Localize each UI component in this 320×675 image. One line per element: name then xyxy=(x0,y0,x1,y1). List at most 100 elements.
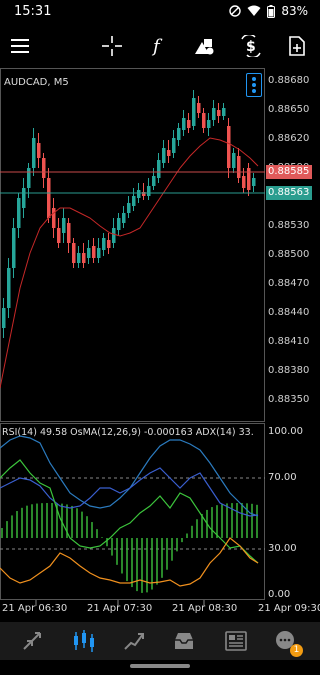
adx-line xyxy=(0,435,259,517)
candle-body xyxy=(52,208,56,228)
nav-chart[interactable] xyxy=(64,624,104,658)
moving-average-line xyxy=(0,137,259,389)
nav-trade[interactable] xyxy=(114,624,154,658)
candle-body xyxy=(207,120,211,128)
price-tick-label: 0.88380 xyxy=(268,365,310,376)
crosshair-icon xyxy=(102,36,122,56)
adx-di-line xyxy=(0,467,259,517)
candle-body xyxy=(197,103,201,113)
candle-body xyxy=(217,110,221,116)
bid-price-tag: 0.88585 xyxy=(266,165,312,179)
candles-group xyxy=(2,90,256,338)
main-chart-frame xyxy=(0,68,265,422)
nav-chat[interactable]: 1 xyxy=(266,624,306,658)
svg-text:$: $ xyxy=(246,39,256,55)
inbox-icon xyxy=(175,633,193,649)
battery-percent: 83% xyxy=(281,4,308,18)
time-label-2: 21 Apr 07:30 xyxy=(87,603,153,614)
candle-body xyxy=(187,120,191,128)
symbol-dollar-icon: $ xyxy=(241,35,261,57)
status-bar: 15:31 83% xyxy=(0,0,320,24)
home-indicator-bar xyxy=(0,660,320,675)
candle-body xyxy=(122,213,126,223)
price-tick-label: 0.88410 xyxy=(268,336,310,347)
trade-icon xyxy=(23,632,41,650)
indicator-level-0: 0.00 xyxy=(268,589,291,600)
wifi-icon xyxy=(247,5,261,16)
candle-body xyxy=(147,186,151,196)
do-not-disturb-icon xyxy=(229,5,242,17)
candle-body xyxy=(177,128,181,140)
history-icon xyxy=(124,633,144,650)
status-icons: 83% xyxy=(229,4,308,18)
crosshair-button[interactable] xyxy=(92,26,132,66)
bottom-navigation: 1 xyxy=(0,622,320,660)
indicator-level-100: 100.00 xyxy=(268,426,303,437)
candle-body xyxy=(92,246,96,258)
candle-body xyxy=(97,248,101,258)
price-tick-label: 0.88650 xyxy=(268,104,310,115)
ask-price-tag: 0.88563 xyxy=(266,186,312,200)
candle-body xyxy=(7,268,11,308)
candle-body xyxy=(232,153,236,168)
nav-quotes[interactable] xyxy=(12,624,52,658)
candle-body xyxy=(212,108,216,120)
nav-news[interactable] xyxy=(216,624,256,658)
objects-button[interactable] xyxy=(184,26,224,66)
price-tick-label: 0.88440 xyxy=(268,307,310,318)
candle-body xyxy=(57,228,61,243)
indicators-button[interactable]: f xyxy=(138,26,178,66)
candle-body xyxy=(42,158,46,178)
objects-icon xyxy=(195,39,214,55)
menu-button[interactable] xyxy=(0,26,40,66)
candle-body xyxy=(27,168,31,188)
candle-body xyxy=(12,228,16,268)
price-tick-label: 0.88530 xyxy=(268,220,310,231)
nav-mailbox[interactable] xyxy=(164,624,204,658)
menu-icon xyxy=(11,39,29,53)
candle-body xyxy=(102,238,106,250)
candle-body xyxy=(72,243,76,263)
candle-body xyxy=(152,176,156,186)
svg-text:f: f xyxy=(151,36,163,56)
one-click-trading-toggle[interactable] xyxy=(246,73,262,97)
dots-icon xyxy=(252,77,256,93)
candle-body xyxy=(202,113,206,128)
status-time: 15:31 xyxy=(14,4,52,19)
rsi-line xyxy=(0,459,259,564)
news-icon xyxy=(225,631,247,651)
candle-body xyxy=(182,118,186,130)
price-tick-label: 0.88470 xyxy=(268,278,310,289)
candle-body xyxy=(242,176,246,188)
time-label-1: 21 Apr 06:30 xyxy=(2,603,68,614)
candle-body xyxy=(17,198,21,228)
chart-toolbar: f $ xyxy=(0,26,320,66)
candle-body xyxy=(87,248,91,258)
osma-signal-line xyxy=(0,537,259,587)
candle-body xyxy=(47,178,51,218)
new-order-button[interactable] xyxy=(277,26,317,66)
candle-body xyxy=(37,143,41,158)
candle-body xyxy=(67,223,71,243)
candle-body xyxy=(117,218,121,230)
battery-icon xyxy=(267,4,276,18)
candle-body xyxy=(192,98,196,126)
price-tick-label: 0.88500 xyxy=(268,249,310,260)
candle-body xyxy=(222,108,226,116)
candle-body xyxy=(172,138,176,153)
function-icon: f xyxy=(151,36,163,56)
candle-body xyxy=(137,190,141,198)
indicator-level-30: 30.00 xyxy=(268,543,297,554)
candle-body xyxy=(157,160,161,178)
symbol-button[interactable]: $ xyxy=(231,26,271,66)
candle-body xyxy=(127,203,131,213)
candle-body xyxy=(82,253,86,263)
price-tick-label: 0.88350 xyxy=(268,394,310,405)
chat-badge: 1 xyxy=(290,644,303,657)
price-tick-label: 0.88620 xyxy=(268,133,310,144)
indicator-level-70: 70.00 xyxy=(268,472,297,483)
chart-area[interactable]: AUDCAD, M5 0.886800.886500.886200.885900… xyxy=(0,68,320,628)
candle-body xyxy=(2,308,6,328)
chart-candles-icon xyxy=(74,630,94,652)
candle-body xyxy=(247,168,251,190)
